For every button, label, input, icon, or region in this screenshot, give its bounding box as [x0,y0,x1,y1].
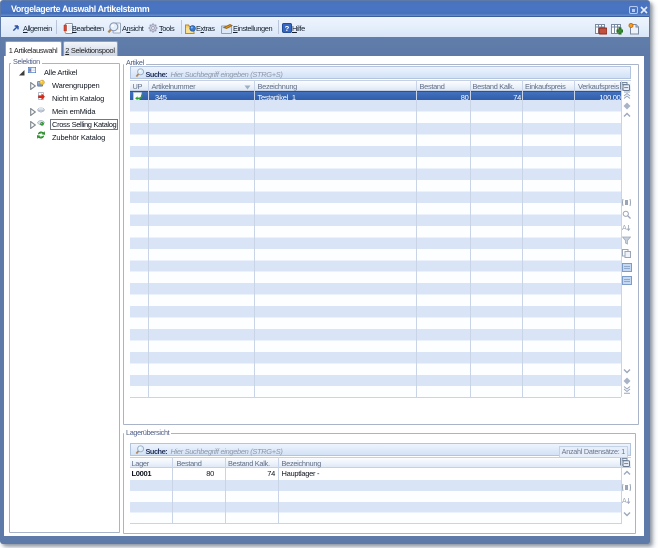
svg-text:?: ? [285,24,290,33]
svg-text:A: A [622,225,627,232]
svg-text:A: A [622,498,627,505]
